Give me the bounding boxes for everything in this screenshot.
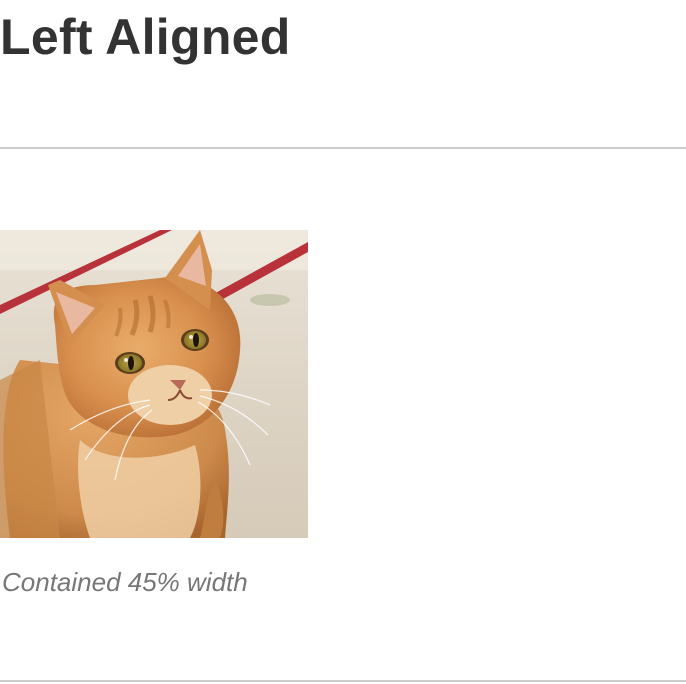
divider-bottom <box>0 680 686 682</box>
section-heading: Left Aligned <box>0 9 291 65</box>
image-caption: Contained 45% width <box>2 567 248 597</box>
divider-top <box>0 147 686 149</box>
image-figure <box>0 230 308 538</box>
cat-photo <box>0 230 308 538</box>
